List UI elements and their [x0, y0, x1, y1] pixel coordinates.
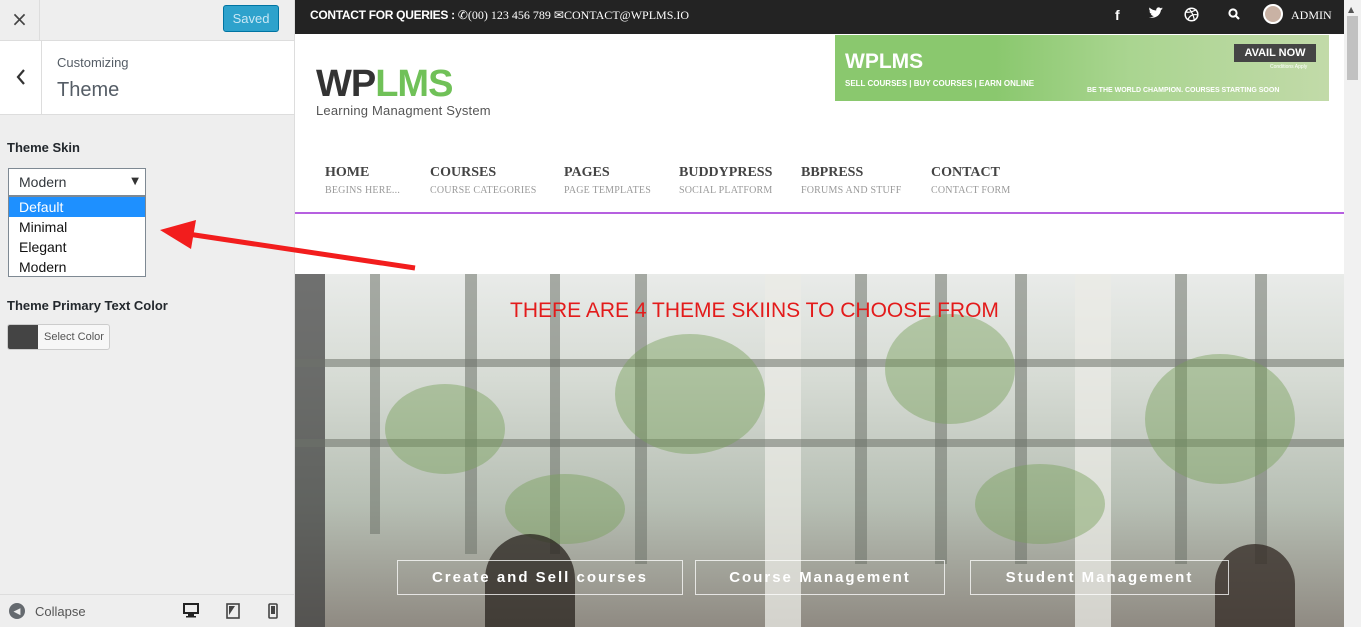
facebook-icon[interactable]: f [1115, 7, 1120, 23]
hero-frame [370, 274, 380, 534]
mail-icon: ✉ [553, 8, 564, 22]
phone-icon: ✆ [457, 8, 468, 22]
skin-option-elegant[interactable]: Elegant [9, 237, 145, 257]
theme-skin-select[interactable]: Modern ▼ [8, 168, 146, 196]
color-swatch [8, 325, 38, 349]
hero-section: THERE ARE 4 THEME SKIINS TO CHOOSE FROM … [295, 274, 1344, 627]
hero-frame [295, 274, 325, 627]
logo-text-wp: WP [316, 63, 376, 105]
avail-now-button[interactable]: AVAIL NOW [1234, 44, 1316, 62]
text-color-label: Theme Primary Text Color [7, 298, 168, 313]
theme-skin-selected-value: Modern [19, 174, 67, 190]
create-sell-courses-button[interactable]: Create and Sell courses [397, 560, 683, 595]
nav-label: BBPRESS [801, 165, 864, 180]
email-address[interactable]: CONTACT@WPLMS.IO [564, 8, 689, 22]
nav-label: CONTACT [931, 165, 1000, 180]
banner-subtitle: SELL COURSES | BUY COURSES | EARN ONLINE [845, 79, 1035, 88]
collapse-button[interactable]: Collapse [35, 604, 86, 619]
customizer-footer: ◀ Collapse [0, 594, 294, 627]
section-title: Theme [57, 79, 120, 101]
hero-annotation: THERE ARE 4 THEME SKIINS TO CHOOSE FROM [510, 299, 999, 322]
preview-scrollbar[interactable]: ▲ [1344, 0, 1361, 627]
nav-label: BUDDYPRESS [679, 165, 773, 180]
mobile-icon[interactable] [268, 603, 278, 622]
tablet-icon[interactable] [226, 603, 240, 622]
select-color-label: Select Color [44, 331, 104, 343]
desktop-icon[interactable] [183, 603, 199, 621]
hero-foliage [885, 314, 1015, 424]
section-header: Customizing Theme [0, 41, 294, 115]
twitter-icon[interactable] [1148, 7, 1164, 23]
nav-label: HOME [325, 165, 370, 180]
nav-sublabel: FORUMS AND STUFF [801, 185, 902, 196]
nav-sublabel: SOCIAL PLATFORM [679, 185, 773, 196]
nav-sublabel: BEGINS HERE... [325, 185, 401, 196]
admin-menu[interactable]: ADMIN [1291, 8, 1332, 23]
banner-title: WPLMS [845, 50, 924, 73]
main-nav: HOME BEGINS HERE... COURSES COURSE CATEG… [325, 165, 1344, 205]
nav-sublabel: COURSE CATEGORIES [430, 185, 537, 196]
select-color-button[interactable]: Select Color [7, 324, 110, 350]
customizer-header-bar: × Saved [0, 0, 294, 41]
banner-conditions: Conditions Apply [1270, 64, 1308, 70]
nav-label: COURSES [430, 165, 497, 180]
nav-underline [295, 212, 1344, 214]
contact-info: CONTACT FOR QUERIES : ✆(00) 123 456 789 … [310, 8, 689, 23]
course-management-button[interactable]: Course Management [695, 560, 945, 595]
theme-skin-dropdown: Default Minimal Elegant Modern [8, 196, 146, 277]
nav-label: PAGES [564, 165, 610, 180]
chevron-left-icon [16, 69, 25, 85]
site-preview: CONTACT FOR QUERIES : ✆(00) 123 456 789 … [295, 0, 1344, 627]
phone-number: (00) 123 456 789 [467, 8, 551, 22]
saved-button[interactable]: Saved [223, 5, 279, 32]
scroll-thumb[interactable] [1347, 16, 1358, 80]
nav-item-bbpress[interactable]: BBPRESS FORUMS AND STUFF [801, 165, 901, 196]
nav-item-buddypress[interactable]: BUDDYPRESS SOCIAL PLATFORM [679, 165, 772, 196]
customizer-sidebar: × Saved Customizing Theme Theme Skin Mod… [0, 0, 295, 627]
theme-skin-label: Theme Skin [7, 140, 80, 155]
breadcrumb: Customizing [57, 55, 129, 70]
banner-slogan: BE THE WORLD CHAMPION. COURSES STARTING … [1087, 87, 1280, 94]
collapse-icon[interactable]: ◀ [9, 603, 25, 619]
scroll-up-icon[interactable]: ▲ [1348, 5, 1354, 14]
hero-foliage [385, 384, 505, 474]
student-management-button[interactable]: Student Management [970, 560, 1229, 595]
skin-option-minimal[interactable]: Minimal [9, 217, 145, 237]
hero-foliage [1145, 354, 1295, 484]
site-logo[interactable]: WPLMS [316, 63, 453, 105]
nav-item-courses[interactable]: COURSES COURSE CATEGORIES [430, 165, 536, 196]
contact-prefix: CONTACT FOR QUERIES : [310, 8, 455, 22]
dribbble-icon[interactable] [1184, 7, 1199, 25]
hero-foliage [975, 464, 1105, 544]
ad-banner[interactable]: WPLMS SELL COURSES | BUY COURSES | EARN … [835, 35, 1329, 101]
hero-foliage [615, 334, 765, 454]
nav-sublabel: PAGE TEMPLATES [564, 185, 651, 196]
nav-sublabel: CONTACT FORM [931, 185, 1011, 196]
logo-text-lms: LMS [375, 63, 453, 105]
search-icon[interactable] [1228, 7, 1240, 23]
close-icon[interactable]: × [0, 0, 40, 40]
avatar[interactable] [1263, 4, 1283, 24]
nav-item-pages[interactable]: PAGES PAGE TEMPLATES [564, 165, 651, 196]
chevron-down-icon: ▼ [131, 176, 139, 187]
nav-item-contact[interactable]: CONTACT CONTACT FORM [931, 165, 1011, 196]
site-tagline: Learning Managment System [316, 103, 491, 118]
skin-option-modern[interactable]: Modern [9, 257, 145, 277]
skin-option-default[interactable]: Default [9, 197, 145, 217]
top-bar: CONTACT FOR QUERIES : ✆(00) 123 456 789 … [295, 0, 1344, 34]
back-button[interactable] [0, 41, 42, 114]
nav-item-home[interactable]: HOME BEGINS HERE... [325, 165, 400, 196]
